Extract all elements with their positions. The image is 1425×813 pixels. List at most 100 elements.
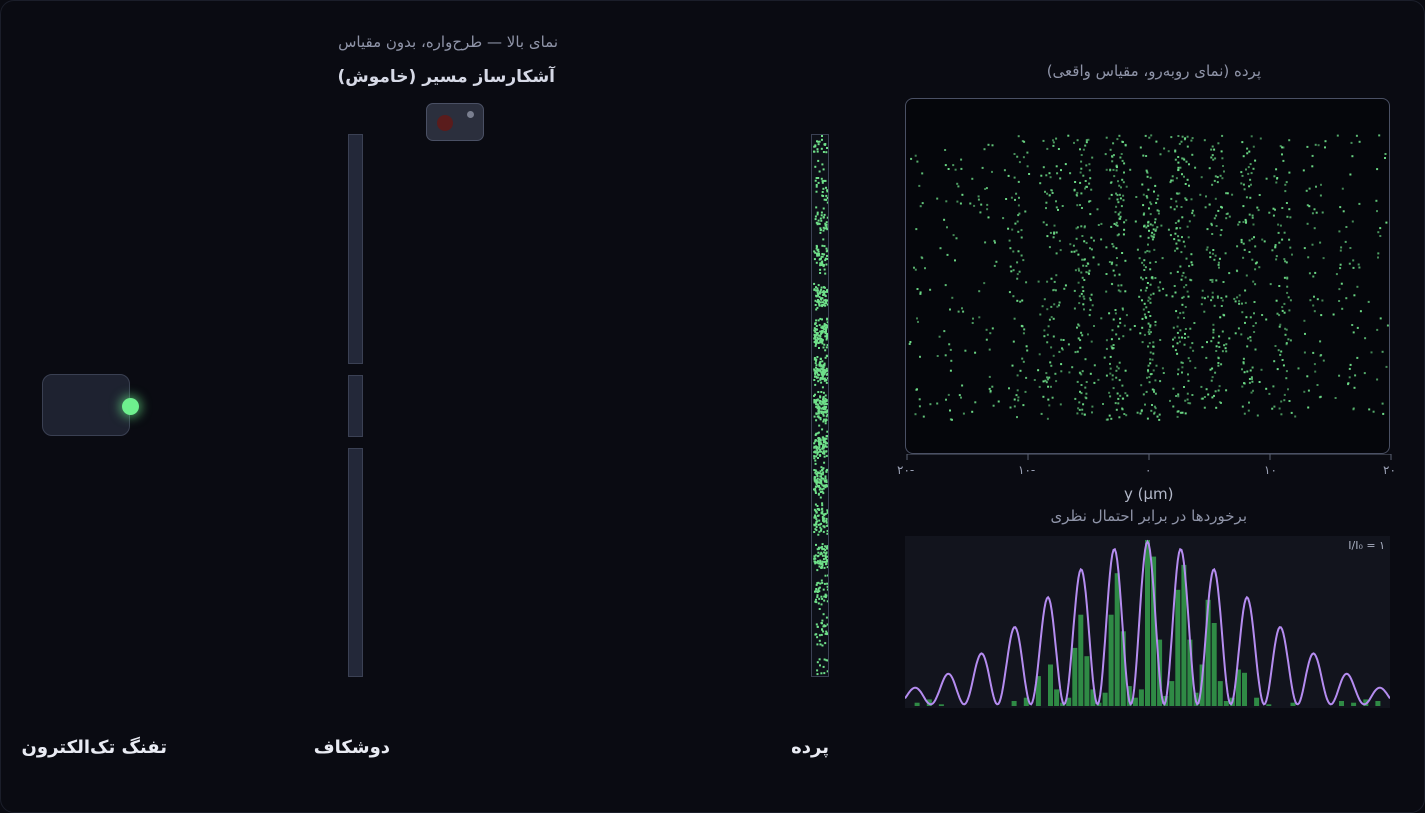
hit-dot <box>1022 259 1025 262</box>
hit-dot <box>1315 211 1318 214</box>
hit-dot <box>1247 172 1250 175</box>
hit-dot <box>1303 319 1306 322</box>
hit-dot <box>1150 373 1153 375</box>
hit-dot <box>1022 404 1025 407</box>
hit-dot <box>1011 228 1014 231</box>
hit-dot <box>1278 325 1281 328</box>
hit-dot <box>1210 156 1213 159</box>
hit-dot <box>825 435 828 437</box>
hit-dot <box>1237 327 1240 330</box>
hit-dot <box>826 588 828 591</box>
hit-dot <box>1100 238 1103 241</box>
hit-dot <box>824 477 827 480</box>
hit-dot <box>1376 210 1378 213</box>
hit-dot <box>823 520 826 523</box>
hit-dot <box>1381 402 1384 405</box>
hit-dot <box>1149 283 1152 286</box>
hit-dot <box>1282 146 1285 149</box>
hit-dot <box>822 151 825 153</box>
hit-dot <box>1174 222 1177 224</box>
hit-dot <box>1111 243 1114 245</box>
hit-dot <box>821 244 824 247</box>
hit-dot <box>916 288 919 290</box>
hit-dot <box>1014 198 1016 201</box>
hit-dot <box>1119 217 1122 220</box>
hit-dot <box>1286 285 1289 288</box>
hit-dot <box>1050 364 1053 367</box>
hit-dot <box>1125 314 1128 317</box>
hit-dot <box>1308 205 1311 208</box>
hit-dot <box>1246 345 1249 348</box>
hit-dot <box>1265 177 1268 180</box>
hit-dot <box>1286 291 1289 294</box>
hit-dot <box>818 444 821 447</box>
hit-dot <box>1060 338 1063 341</box>
hit-dot <box>821 554 824 557</box>
hit-dot <box>817 248 820 251</box>
hit-dot <box>1115 169 1118 172</box>
hit-dot <box>1209 251 1211 254</box>
hit-dot <box>819 268 822 271</box>
hit-dot <box>1169 206 1172 209</box>
hit-dot <box>1223 170 1225 173</box>
hit-dot <box>949 348 952 351</box>
hit-dot <box>821 342 824 345</box>
hit-dot <box>814 471 817 474</box>
hit-dot <box>816 211 819 214</box>
hit-dot <box>1110 225 1113 228</box>
hit-dot <box>1026 349 1029 352</box>
hit-dot <box>1149 297 1152 300</box>
hit-dot <box>961 384 964 387</box>
hit-dot <box>917 320 919 323</box>
hit-dot <box>1025 281 1028 284</box>
hit-dot <box>1117 180 1119 183</box>
gun-label: تفنگ تک‌الکترون <box>21 737 167 758</box>
hit-dot <box>1146 196 1149 199</box>
hit-dot <box>1379 235 1382 237</box>
hit-dot <box>825 326 827 329</box>
hit-dot <box>823 455 826 458</box>
hit-dot <box>1051 192 1054 194</box>
hit-dot <box>1215 214 1218 217</box>
hit-dot <box>1219 316 1222 319</box>
hit-dot <box>1173 238 1176 241</box>
hit-dot <box>960 396 962 399</box>
hit-dot <box>1287 388 1289 391</box>
hit-dot <box>1280 350 1283 353</box>
path-detector-toggle[interactable] <box>426 103 484 141</box>
hit-dot <box>1170 136 1173 139</box>
hit-dot <box>1238 300 1241 303</box>
hit-dot <box>1153 248 1156 251</box>
hit-dot <box>1358 140 1361 143</box>
hit-dot <box>987 143 990 146</box>
hit-dot <box>815 511 818 514</box>
hit-dot <box>1005 198 1008 200</box>
hit-dot <box>1188 265 1191 268</box>
hit-dot <box>1007 174 1010 177</box>
hit-dot <box>1252 223 1255 226</box>
hit-dot <box>944 149 947 151</box>
hit-dot <box>1053 232 1056 235</box>
hit-dot <box>1109 395 1112 398</box>
hit-dot <box>1088 182 1091 185</box>
hit-dot <box>815 419 818 422</box>
hit-dot <box>1184 183 1187 185</box>
hit-dot <box>813 557 816 560</box>
hit-dot <box>1287 296 1290 299</box>
hit-dot <box>1191 342 1194 345</box>
hit-dot <box>1311 154 1314 157</box>
hit-dot <box>1184 306 1187 308</box>
hit-dot <box>821 255 824 258</box>
hit-dot <box>936 355 939 357</box>
hit-dot <box>1121 159 1124 162</box>
hit-dot <box>1085 141 1088 144</box>
hit-dot <box>1278 241 1281 244</box>
hit-dot <box>816 213 819 216</box>
hit-dot <box>1109 362 1111 365</box>
hit-dot <box>819 643 822 646</box>
hit-dot <box>929 403 932 406</box>
hit-dot <box>1207 393 1210 396</box>
hit-dot <box>1180 251 1183 254</box>
hit-dot <box>1156 209 1159 212</box>
hit-dot <box>1169 399 1171 402</box>
